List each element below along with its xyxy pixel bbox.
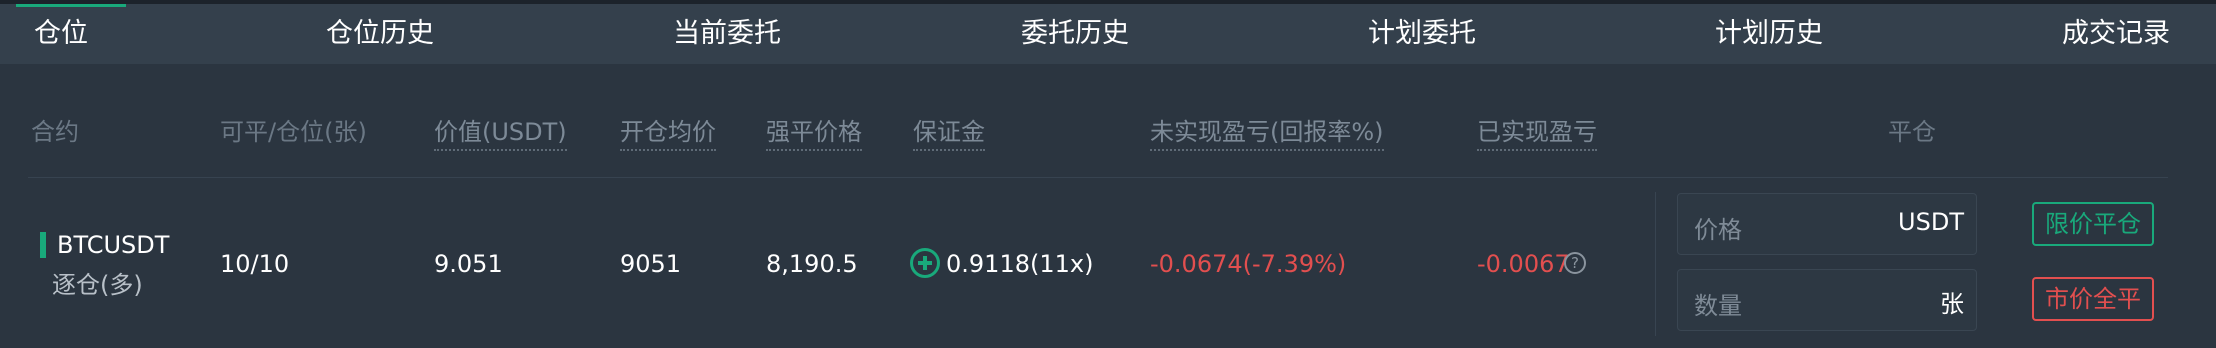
close-price-input[interactable]: 价格 USDT (1677, 193, 1977, 255)
close-price-label: 价格 (1694, 216, 1742, 244)
close-panel-divider (1655, 192, 1656, 336)
col-realized-pnl[interactable]: 已实现盈亏 (1477, 112, 1597, 151)
tab-position-history[interactable]: 仓位历史 (326, 4, 434, 64)
tab-bar: 仓位 仓位历史 当前委托 委托历史 计划委托 计划历史 成交记录 (0, 4, 2216, 64)
col-value[interactable]: 价值(USDT) (434, 112, 567, 151)
realized-pnl-value: -0.0067 (1477, 250, 1570, 278)
market-close-all-button[interactable]: 市价全平 (2032, 277, 2154, 321)
add-margin-icon[interactable] (910, 248, 940, 278)
unrealized-pnl-value: -0.0674(-7.39%) (1150, 250, 1347, 278)
margin-mode: 逐仓(多) (52, 271, 143, 299)
col-liq-price[interactable]: 强平价格 (766, 112, 862, 151)
close-qty-unit: 张 (1940, 290, 1964, 318)
header-divider (28, 177, 2168, 178)
avg-open-price-value: 9051 (620, 250, 682, 278)
closable-position-value: 10/10 (220, 250, 290, 278)
margin-value: 0.9118(11x) (946, 250, 1094, 278)
close-qty-input[interactable]: 数量 张 (1677, 269, 1977, 331)
symbol[interactable]: BTCUSDT (57, 231, 169, 259)
col-close: 平仓 (1888, 118, 1936, 146)
close-qty-label: 数量 (1694, 292, 1742, 320)
limit-close-button[interactable]: 限价平仓 (2032, 202, 2154, 246)
tab-order-history[interactable]: 委托历史 (1021, 4, 1129, 64)
tab-positions[interactable]: 仓位 (16, 4, 126, 64)
help-icon[interactable]: ? (1564, 252, 1586, 274)
long-indicator (40, 232, 46, 258)
tab-plan-history[interactable]: 计划历史 (1715, 4, 1823, 64)
col-unrealized-pnl[interactable]: 未实现盈亏(回报率%) (1150, 112, 1384, 151)
col-avg-open-price[interactable]: 开仓均价 (620, 112, 716, 151)
tab-trade-records[interactable]: 成交记录 (2062, 4, 2170, 64)
col-margin[interactable]: 保证金 (913, 112, 985, 151)
col-closable-position: 可平/仓位(张) (220, 118, 367, 146)
position-value: 9.051 (434, 250, 503, 278)
tab-plan-orders[interactable]: 计划委托 (1368, 4, 1476, 64)
liq-price-value: 8,190.5 (766, 250, 858, 278)
close-price-unit: USDT (1898, 208, 1964, 236)
tab-open-orders[interactable]: 当前委托 (673, 4, 781, 64)
table-header: 合约 可平/仓位(张) 价值(USDT) 开仓均价 强平价格 保证金 未实现盈亏… (0, 64, 2216, 178)
col-contract: 合约 (31, 118, 79, 146)
